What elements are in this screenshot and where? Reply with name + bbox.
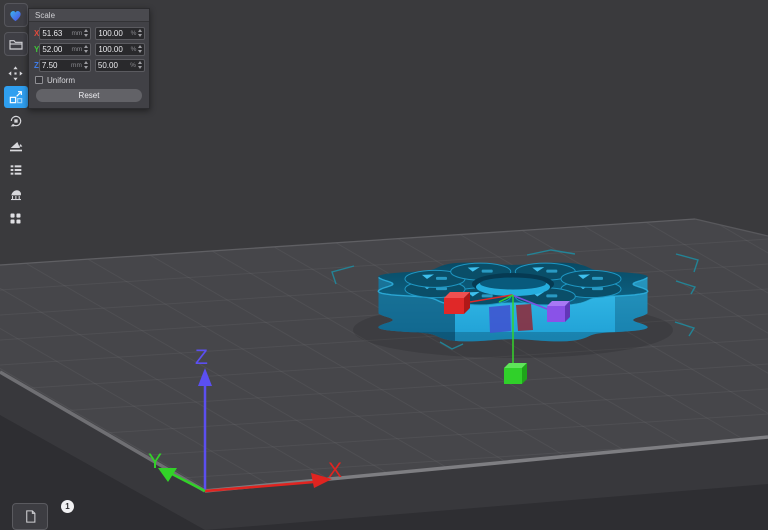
scale-y-mm-stepper[interactable] (84, 45, 88, 53)
scale-y-mm-unit: mm (72, 46, 83, 53)
scale-y-mm-input[interactable] (42, 45, 70, 54)
move-tool-button[interactable] (4, 62, 28, 84)
slicer-window: X Y Z (0, 0, 768, 530)
app-logo-heart-icon (7, 7, 24, 24)
more-tools-button[interactable] (4, 207, 28, 229)
scale-y-percent-input[interactable] (98, 45, 129, 54)
scale-row-x: X mm % (29, 25, 149, 41)
support-tool-icon (8, 186, 24, 202)
axis-label-x: X (328, 459, 342, 482)
scale-z-mm-stepper[interactable] (84, 61, 88, 69)
reset-button[interactable]: Reset (36, 89, 142, 102)
scale-z-mm-unit: mm (71, 62, 82, 69)
scale-tool-icon (8, 89, 24, 105)
lay-flat-tool-icon (8, 138, 24, 154)
scale-panel-title: Scale (29, 9, 149, 22)
axis-label-z: Z (195, 346, 208, 369)
scale-z-mm-field: mm (39, 59, 91, 72)
uniform-checkbox[interactable] (35, 76, 43, 84)
uniform-row: Uniform (29, 73, 149, 87)
scale-x-percent-input[interactable] (98, 29, 129, 38)
scale-y-percent-stepper[interactable] (138, 45, 142, 53)
scale-handle-y[interactable] (504, 363, 527, 384)
scale-z-percent-input[interactable] (98, 61, 129, 70)
scale-x-mm-unit: mm (72, 30, 83, 37)
scale-plane-handle-blue[interactable] (489, 305, 511, 333)
app-logo-button[interactable] (4, 3, 28, 27)
object-count-badge: 1 (61, 500, 74, 513)
open-file-button[interactable] (4, 32, 28, 56)
scale-tool-button[interactable] (4, 86, 28, 108)
scale-x-percent-unit: % (131, 30, 137, 37)
scale-row-y: Y mm % (29, 41, 149, 57)
move-tool-icon (7, 65, 24, 82)
object-list-icon (8, 162, 24, 178)
scale-y-percent-unit: % (131, 46, 137, 53)
open-file-folder-icon (8, 36, 24, 52)
scale-handle-x[interactable] (444, 292, 470, 314)
scale-y-percent-field: % (95, 43, 145, 56)
scale-x-mm-input[interactable] (42, 29, 70, 38)
scale-z-percent-field: % (95, 59, 145, 72)
rotate-tool-button[interactable] (4, 110, 28, 132)
object-list-toggle-button[interactable] (12, 503, 48, 530)
scale-handle-z[interactable] (547, 301, 570, 322)
scale-x-percent-stepper[interactable] (138, 29, 142, 37)
scale-row-z: Z mm % (29, 57, 149, 73)
left-toolbar (2, 3, 29, 229)
scale-y-mm-field: mm (39, 43, 91, 56)
rotate-tool-icon (8, 113, 24, 129)
gear-center-hole (472, 273, 554, 296)
scale-x-mm-stepper[interactable] (84, 29, 88, 37)
more-tools-grid-icon (8, 211, 23, 226)
lay-flat-tool-button[interactable] (4, 135, 28, 157)
object-list-button[interactable] (4, 159, 28, 181)
file-icon (23, 509, 38, 524)
scale-x-percent-field: % (95, 27, 145, 40)
scale-z-percent-unit: % (130, 62, 136, 69)
uniform-label: Uniform (47, 76, 75, 85)
support-tool-button[interactable] (4, 183, 28, 205)
scale-z-percent-stepper[interactable] (138, 61, 142, 69)
scale-plane-handle-red[interactable] (516, 304, 533, 331)
scale-z-mm-input[interactable] (42, 61, 70, 70)
scale-panel: Scale X mm % Y mm % (28, 8, 150, 109)
axis-label-y: Y (148, 450, 162, 473)
scale-x-mm-field: mm (39, 27, 91, 40)
